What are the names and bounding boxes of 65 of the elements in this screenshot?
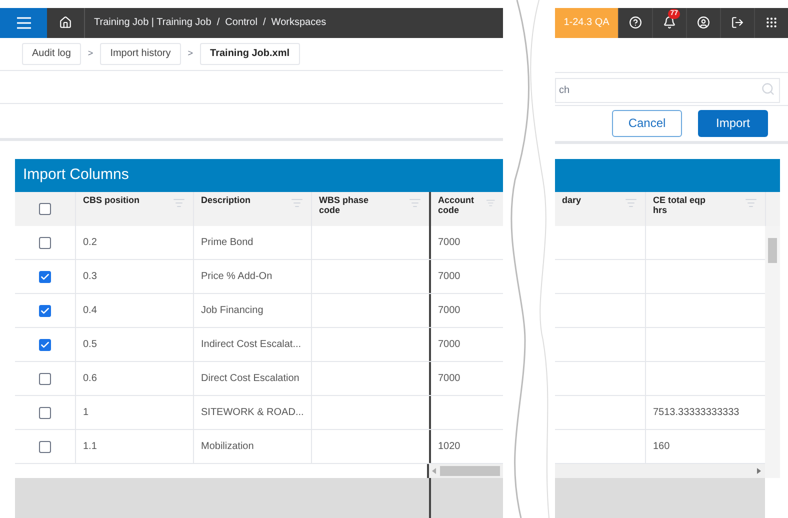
horizontal-scrollbar[interactable] bbox=[555, 464, 765, 478]
breadcrumb-tab[interactable]: Audit log bbox=[22, 42, 81, 65]
scroll-right-icon[interactable] bbox=[757, 468, 761, 474]
bell-icon[interactable] bbox=[663, 16, 676, 30]
table-cell-text: 7000 bbox=[438, 270, 460, 284]
column-header[interactable]: dary bbox=[555, 192, 645, 226]
panel-title: Import Columns bbox=[23, 165, 129, 186]
table-cell-text: 0.3 bbox=[83, 270, 97, 284]
menu-icon bbox=[16, 16, 30, 29]
column-title: WBS phase code bbox=[319, 195, 370, 215]
table-cell-text: SITEWORK & ROAD... bbox=[201, 406, 304, 420]
table-cell-text: 1.1 bbox=[83, 440, 97, 454]
table-cell-text: Prime Bond bbox=[201, 236, 254, 250]
column-header[interactable]: Description bbox=[193, 192, 311, 226]
checkbox[interactable] bbox=[39, 236, 51, 248]
import-button[interactable]: Import bbox=[698, 110, 768, 137]
table-cell-text: 1 bbox=[83, 406, 89, 420]
horizontal-scrollbar[interactable] bbox=[427, 464, 503, 478]
table-cell-text: 160 bbox=[653, 440, 670, 454]
table-cell-text: Price % Add-On bbox=[201, 270, 272, 284]
chevron-separator: > bbox=[188, 47, 194, 60]
help-icon[interactable] bbox=[629, 16, 642, 30]
vertical-scrollbar[interactable] bbox=[765, 226, 780, 478]
cancel-button[interactable]: Cancel bbox=[612, 110, 682, 137]
chevron-separator: > bbox=[88, 47, 94, 60]
table-cell-text: Job Financing bbox=[201, 304, 264, 318]
column-title: Account code bbox=[438, 195, 475, 215]
search-field[interactable]: ch bbox=[555, 78, 780, 102]
column-title: CE total eqp hrs bbox=[653, 195, 707, 215]
table-cell-text: 0.6 bbox=[83, 372, 97, 386]
environment-badge: 1-24.3 QA bbox=[555, 8, 618, 38]
checkbox[interactable] bbox=[39, 304, 51, 316]
table-cell-text: 0.2 bbox=[83, 236, 97, 250]
logout-icon[interactable] bbox=[731, 16, 744, 30]
column-title: CBS position bbox=[83, 195, 140, 205]
checkbox[interactable] bbox=[39, 372, 51, 384]
user-icon[interactable] bbox=[697, 16, 710, 30]
table-cell-text: 7513.33333333333 bbox=[653, 406, 740, 420]
table-cell-text: Mobilization bbox=[201, 440, 254, 454]
home-icon[interactable] bbox=[59, 16, 72, 30]
table-cell-text: 7000 bbox=[438, 304, 460, 318]
breadcrumb-tab[interactable]: Training Job.xml bbox=[200, 42, 300, 65]
checkbox[interactable] bbox=[39, 440, 51, 452]
table-cell-text: 0.4 bbox=[83, 304, 97, 318]
column-header[interactable]: WBS phase code bbox=[311, 192, 429, 226]
checkbox[interactable] bbox=[39, 338, 51, 350]
table-cell-text: 7000 bbox=[438, 338, 460, 352]
menu-button[interactable] bbox=[0, 8, 47, 38]
checkbox[interactable] bbox=[39, 406, 51, 418]
column-title: Description bbox=[201, 195, 252, 205]
breadcrumb-tab[interactable]: Import history bbox=[100, 42, 181, 65]
table-cell-text: 7000 bbox=[438, 236, 460, 250]
column-header[interactable]: CBS position bbox=[75, 192, 193, 226]
column-header[interactable]: CE total eqp hrs bbox=[645, 192, 765, 226]
table-cell-text: 0.5 bbox=[83, 338, 97, 352]
table-cell-text: Indirect Cost Escalat... bbox=[201, 338, 302, 352]
column-title: dary bbox=[562, 195, 582, 205]
column-header[interactable]: Account code bbox=[429, 192, 503, 226]
table-cell-text: Direct Cost Escalation bbox=[201, 372, 300, 386]
checkbox[interactable] bbox=[39, 203, 51, 215]
table-cell-text: 1020 bbox=[438, 440, 460, 454]
breadcrumb-path: Training Job | Training Job / Control / Workspaces bbox=[94, 16, 326, 30]
apps-grid-icon[interactable] bbox=[765, 16, 778, 30]
checkbox[interactable] bbox=[39, 270, 51, 282]
table-cell-text: 7000 bbox=[438, 372, 460, 386]
